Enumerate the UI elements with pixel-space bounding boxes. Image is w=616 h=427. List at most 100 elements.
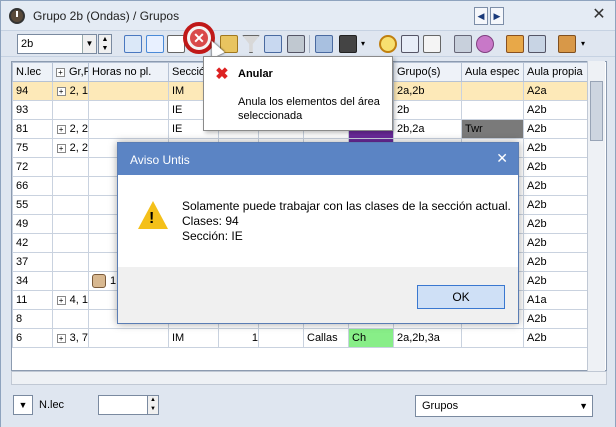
calendar-icon[interactable]: [401, 35, 419, 53]
table-cell[interactable]: 93: [12, 100, 53, 120]
next-icon[interactable]: ▶: [490, 7, 504, 25]
expand-icon[interactable]: +: [56, 86, 66, 96]
table-cell[interactable]: 1: [218, 328, 259, 348]
copy-icon[interactable]: [506, 35, 524, 53]
cell-value: 2a,2b,3a: [397, 332, 440, 344]
table-cell[interactable]: 2a,2b,3a: [393, 328, 462, 348]
field-input[interactable]: [98, 395, 148, 415]
view-selector-value: Grupos: [422, 400, 459, 412]
document-icon[interactable]: [423, 35, 441, 53]
title-bar: Grupo 2b (Ondas) / Grupos ◀ ▶ ✕: [1, 1, 615, 31]
view-selector[interactable]: Grupos ▼: [415, 395, 593, 417]
palette-icon[interactable]: [476, 35, 494, 53]
filter-icon[interactable]: [242, 35, 260, 53]
tooltip-body: Anula los elementos del área seleccionad…: [238, 96, 380, 122]
table-cell[interactable]: +2, 1: [52, 81, 89, 101]
wand-icon[interactable]: [315, 35, 333, 53]
table-cell[interactable]: [461, 100, 524, 120]
ok-button[interactable]: OK: [417, 285, 505, 309]
exclamation-icon: !: [149, 210, 155, 227]
table-cell[interactable]: 81: [12, 119, 53, 139]
table-cell[interactable]: [461, 328, 524, 348]
table-cell[interactable]: [52, 176, 89, 196]
close-icon[interactable]: ✕: [589, 5, 609, 25]
table-cell[interactable]: 72: [12, 157, 53, 177]
table-cell[interactable]: 2b,2a: [393, 119, 462, 139]
table-row[interactable]: 6 +3, 7 IM 1 Callas Ch 2a,2b,3a A2b: [12, 328, 601, 348]
previous-icon[interactable]: ◀: [474, 7, 488, 25]
table-cell[interactable]: [52, 100, 89, 120]
table-cell[interactable]: +3, 7: [52, 328, 89, 348]
column-header[interactable]: Aula espec: [461, 62, 524, 82]
window-icon[interactable]: [528, 35, 546, 53]
table-cell[interactable]: +2, 2: [52, 138, 89, 158]
table-cell[interactable]: [52, 309, 89, 329]
expand-icon[interactable]: +: [56, 333, 66, 343]
table-cell[interactable]: [52, 157, 89, 177]
table-cell[interactable]: 49: [12, 214, 53, 234]
table-cell[interactable]: [52, 252, 89, 272]
expand-icon[interactable]: +: [56, 143, 66, 153]
vertical-scrollbar[interactable]: [587, 61, 605, 371]
column-header[interactable]: Horas no pl.: [88, 62, 169, 82]
table-cell[interactable]: [88, 119, 169, 139]
table-cell[interactable]: 2a,2b: [393, 81, 462, 101]
expand-icon[interactable]: +: [56, 295, 66, 305]
graduation-cap-icon[interactable]: [339, 35, 357, 53]
table-cell[interactable]: 94: [12, 81, 53, 101]
table-cell[interactable]: [88, 100, 169, 120]
table-cell[interactable]: [52, 195, 89, 215]
cell-value: 8: [16, 313, 23, 325]
chevron-down-icon[interactable]: ▾: [361, 35, 369, 53]
table-cell[interactable]: +2, 2: [52, 119, 89, 139]
table-cell[interactable]: +4, 1: [52, 290, 89, 310]
table-cell[interactable]: [52, 233, 89, 253]
scroll-thumb[interactable]: [590, 81, 603, 141]
table-cell[interactable]: 42: [12, 233, 53, 253]
table-cell[interactable]: 37: [12, 252, 53, 272]
table-cell[interactable]: 55: [12, 195, 53, 215]
table-cell[interactable]: 75: [12, 138, 53, 158]
cell-value: A2b: [527, 180, 547, 192]
table-cell[interactable]: [258, 328, 304, 348]
clock-icon[interactable]: [379, 35, 397, 53]
grid-icon[interactable]: [124, 35, 142, 53]
table-cell[interactable]: Twr: [461, 119, 524, 139]
expand-icon[interactable]: +: [56, 67, 65, 77]
table-cell[interactable]: [52, 271, 89, 291]
table-cell[interactable]: 6: [12, 328, 53, 348]
list-icon[interactable]: [146, 35, 164, 53]
horizontal-scrollbar[interactable]: [11, 371, 607, 385]
table-cell[interactable]: Callas: [303, 328, 349, 348]
table-cell[interactable]: 2b: [393, 100, 462, 120]
table-cell[interactable]: 34: [12, 271, 53, 291]
table-cell[interactable]: IM: [168, 328, 219, 348]
settings-icon[interactable]: [558, 35, 576, 53]
field-chevron-icon[interactable]: ▼: [13, 395, 33, 415]
table-cell[interactable]: [461, 81, 524, 101]
table-cell[interactable]: 8: [12, 309, 53, 329]
expand-icon[interactable]: +: [56, 124, 66, 134]
table-cell[interactable]: [88, 328, 169, 348]
table-cell[interactable]: [88, 81, 169, 101]
zoom-icon[interactable]: [454, 35, 472, 53]
dialog-message: Solamente puede trabajar con las clases …: [182, 199, 511, 244]
chevron-down-icon[interactable]: ▼: [82, 35, 96, 53]
column-header[interactable]: + Gr,F: [52, 62, 89, 82]
table-cell[interactable]: 11: [12, 290, 53, 310]
class-selector[interactable]: 2b ▼: [17, 34, 97, 54]
close-icon[interactable]: ✕: [496, 150, 508, 167]
link-icon[interactable]: [287, 35, 305, 53]
table-cell[interactable]: Ch: [348, 328, 394, 348]
column-header[interactable]: Grupo(s): [393, 62, 462, 82]
sort-icon[interactable]: [264, 35, 282, 53]
cell-value: A1a: [527, 294, 547, 306]
cell-value: A2b: [527, 199, 547, 211]
table-cell[interactable]: [52, 214, 89, 234]
window-title: Grupo 2b (Ondas) / Grupos: [33, 9, 180, 23]
class-spinner[interactable]: ▲ ▼: [98, 34, 112, 54]
table-cell[interactable]: 66: [12, 176, 53, 196]
chevron-down-icon[interactable]: ▾: [581, 35, 589, 53]
field-spinner[interactable]: ▲ ▼: [147, 395, 159, 415]
column-header[interactable]: N.lec: [12, 62, 53, 82]
